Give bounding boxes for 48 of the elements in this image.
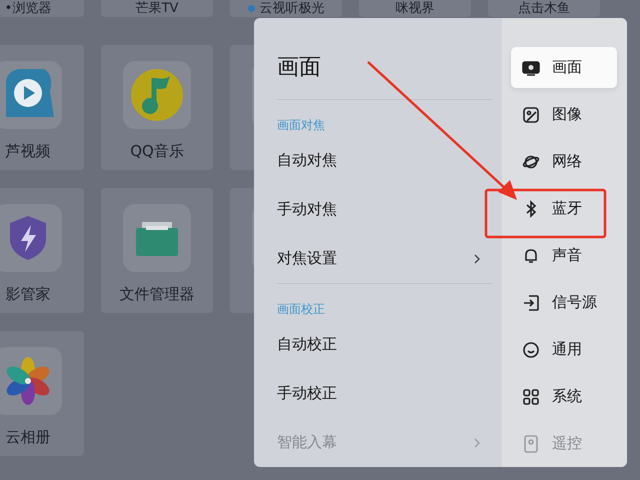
app-tile[interactable]: 点击木鱼 [488,0,600,17]
app-label: 云相册 [6,427,50,447]
app-tile[interactable]: •浏览器 [0,0,84,17]
app-label: 芒果TV [136,0,178,17]
menu-item[interactable]: 手动校正 [277,369,492,418]
shield-icon [9,215,47,261]
app-tile[interactable]: 影管家 [0,188,84,313]
music-note-icon [130,68,184,122]
nav-item[interactable]: 图像 [511,94,617,135]
section-heading: 画面校正 [277,301,326,318]
section-heading: 画面对焦 [277,117,326,134]
nav-item[interactable]: 蓝牙 [511,188,617,229]
chevron-icon [474,254,480,264]
app-label: 文件管理器 [120,284,194,304]
nav-item[interactable]: 通用 [511,329,617,370]
nav-item[interactable]: 系统 [511,376,617,417]
input-icon [522,294,540,312]
bell-icon [522,246,540,264]
app-label: 云视听极光 [248,0,324,17]
nav-item[interactable]: 网络 [511,141,617,182]
menu-item[interactable]: 自动对焦 [277,136,492,185]
menu-item[interactable]: 对焦设置 [277,234,492,283]
app-tile[interactable]: 云相册 [0,331,84,456]
planet-icon [522,152,540,170]
app-label: QQ音乐 [130,141,184,161]
app-label: 芦视频 [6,141,50,161]
nav-item[interactable]: 声音 [511,235,617,276]
app-tile[interactable]: QQ音乐 [101,45,213,170]
app-label: 影管家 [6,284,50,304]
menu-item[interactable]: 手动对焦 [277,185,492,234]
smile-icon [522,340,540,358]
app-label: 咪视界 [396,0,434,17]
folder-icon [136,220,178,256]
app-tile[interactable]: 文件管理器 [101,188,213,313]
remote-icon [522,434,540,452]
image-icon [522,106,540,124]
menu-item[interactable]: 自动校正 [277,320,492,369]
nav-item[interactable]: 信号源 [511,282,617,323]
app-tile[interactable]: 云视听极光 [230,0,342,17]
app-tile[interactable]: 芦视频 [0,45,84,170]
app-label: 点击木鱼 [518,0,570,17]
app-label: •浏览器 [4,0,52,17]
grid-icon [522,388,540,406]
app-tile[interactable]: 咪视界 [359,0,471,17]
chevron-icon [474,438,480,448]
panel-title: 画面 [277,54,322,82]
app-tile[interactable]: 芒果TV [101,0,213,17]
nav-item[interactable]: 画面 [511,47,617,88]
